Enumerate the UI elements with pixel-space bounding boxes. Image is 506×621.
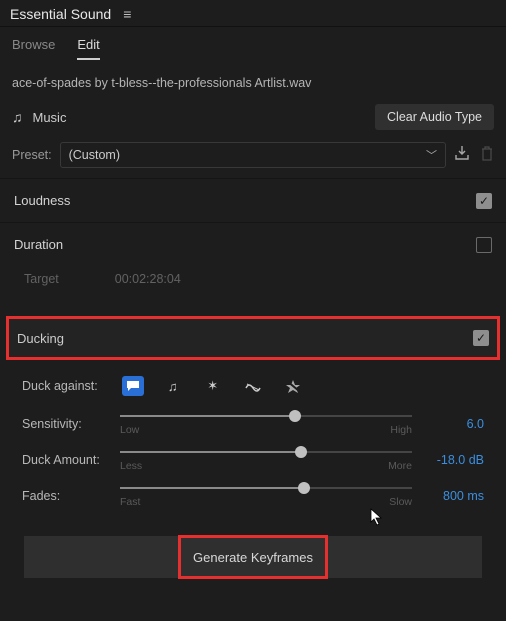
slider-min: Fast xyxy=(120,496,140,508)
duck-against-label: Duck against: xyxy=(22,379,98,393)
slider-min: Low xyxy=(120,424,139,436)
slider-thumb[interactable] xyxy=(289,410,301,422)
slider-thumb[interactable] xyxy=(295,446,307,458)
slider-max: Slow xyxy=(389,496,412,508)
preset-label: Preset: xyxy=(12,148,52,162)
sensitivity-value[interactable]: 6.0 xyxy=(422,417,484,431)
slider-min: Less xyxy=(120,460,142,472)
fades-row: Fades: Fast Slow 800 ms xyxy=(0,474,506,510)
loudness-label: Loudness xyxy=(14,193,70,208)
clear-audio-type-button[interactable]: Clear Audio Type xyxy=(375,104,494,130)
panel-menu-icon[interactable]: ≡ xyxy=(123,6,131,22)
sensitivity-slider[interactable]: Low High xyxy=(120,410,412,438)
section-duration[interactable]: Duration xyxy=(0,222,506,266)
duck-amount-value[interactable]: -18.0 dB xyxy=(422,453,484,467)
tab-edit[interactable]: Edit xyxy=(77,37,99,60)
duration-target-value: 00:02:28:04 xyxy=(115,272,181,286)
preset-value: (Custom) xyxy=(69,148,120,162)
duration-target-label: Target xyxy=(24,272,59,286)
fades-slider[interactable]: Fast Slow xyxy=(120,482,412,510)
delete-preset-icon xyxy=(480,146,494,164)
music-icon: ♫ xyxy=(12,109,23,125)
save-preset-icon[interactable] xyxy=(454,145,470,165)
duck-against-ambience-icon[interactable] xyxy=(242,376,264,396)
audio-type-label: Music xyxy=(33,110,67,125)
duck-amount-slider[interactable]: Less More xyxy=(120,446,412,474)
tab-bar: Browse Edit xyxy=(0,27,506,60)
loudness-checkbox[interactable]: ✓ xyxy=(476,193,492,209)
duck-amount-label: Duck Amount: xyxy=(22,453,110,467)
duck-against-sfx-icon[interactable]: ✶ xyxy=(202,376,224,396)
cursor-icon xyxy=(370,508,386,531)
duck-amount-row: Duck Amount: Less More -18.0 dB xyxy=(0,438,506,474)
duration-label: Duration xyxy=(14,237,63,252)
clip-name: ace-of-spades by t-bless--the-profession… xyxy=(0,60,506,98)
generate-keyframes-button[interactable]: Generate Keyframes xyxy=(193,550,313,565)
duck-against-dialogue-icon[interactable] xyxy=(122,376,144,396)
panel-title: Essential Sound xyxy=(10,6,111,22)
fades-label: Fades: xyxy=(22,489,110,503)
sensitivity-row: Sensitivity: Low High 6.0 xyxy=(0,402,506,438)
duck-against-unassigned-icon[interactable] xyxy=(282,376,304,396)
chevron-down-icon: ﹀ xyxy=(426,147,437,163)
duration-checkbox[interactable] xyxy=(476,237,492,253)
section-loudness[interactable]: Loudness ✓ xyxy=(0,178,506,222)
slider-thumb[interactable] xyxy=(298,482,310,494)
ducking-label: Ducking xyxy=(17,331,64,346)
duck-against-music-icon[interactable]: ♫ xyxy=(162,376,184,396)
sensitivity-label: Sensitivity: xyxy=(22,417,110,431)
fades-value[interactable]: 800 ms xyxy=(422,489,484,503)
section-ducking[interactable]: Ducking ✓ xyxy=(6,316,500,360)
slider-max: More xyxy=(388,460,412,472)
tab-browse[interactable]: Browse xyxy=(12,37,55,60)
preset-dropdown[interactable]: (Custom) ﹀ xyxy=(60,142,446,168)
slider-max: High xyxy=(390,424,412,436)
ducking-checkbox[interactable]: ✓ xyxy=(473,330,489,346)
